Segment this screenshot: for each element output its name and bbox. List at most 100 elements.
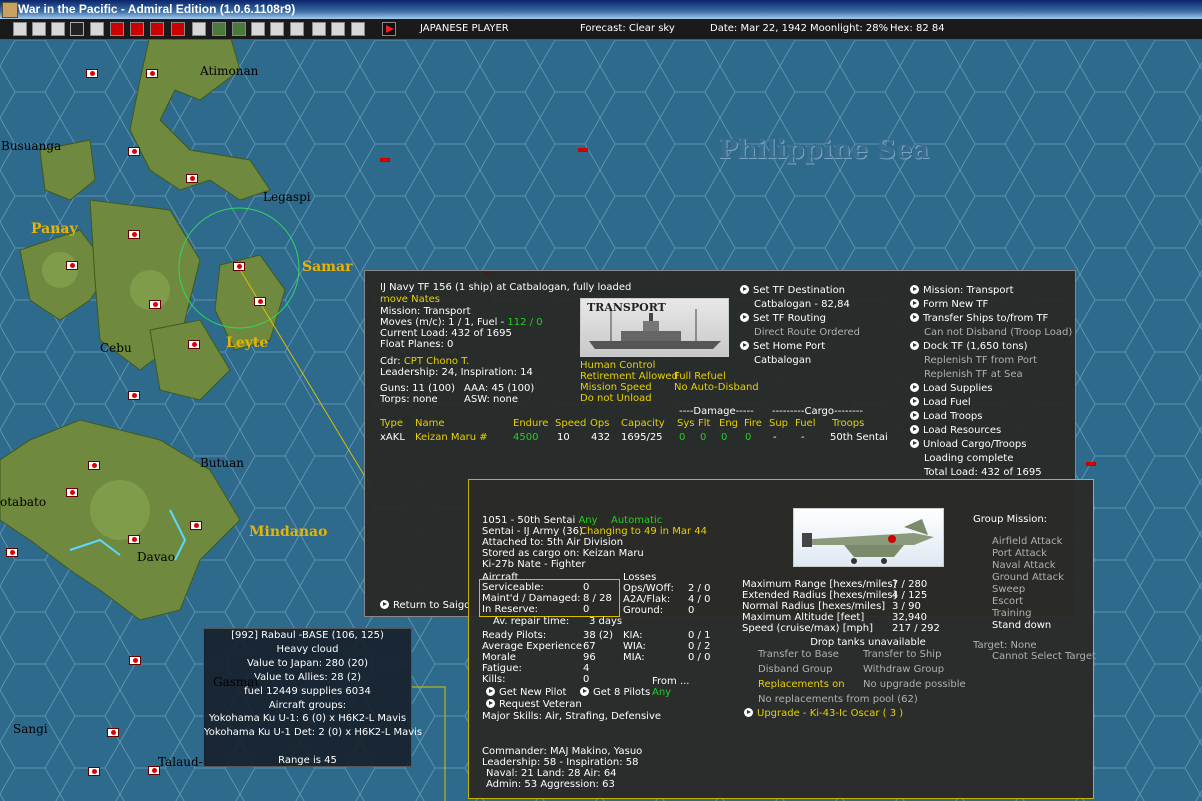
col-flt: Flt <box>698 418 711 429</box>
mission-option-ground-attack[interactable]: Ground Attack <box>992 572 1064 584</box>
upgrade-button[interactable]: Upgrade - Ki-43-Ic Oscar ( 3 ) <box>744 708 903 720</box>
map-icon[interactable] <box>232 22 246 36</box>
report-icon[interactable] <box>32 22 46 36</box>
transfer-base-button[interactable]: Transfer to Base <box>758 649 839 661</box>
number-icon[interactable] <box>90 22 104 36</box>
opt-no-auto-disband[interactable]: No Auto-Disband <box>674 382 759 394</box>
tf-float-planes: Float Planes: 0 <box>380 339 454 350</box>
cog-icon[interactable] <box>270 22 284 36</box>
action-set-tf-destination[interactable]: Set TF Destination <box>740 285 845 297</box>
replacements-toggle[interactable]: Replacements on <box>758 679 845 691</box>
ship-icon[interactable] <box>192 22 206 36</box>
cell-sup: - <box>773 432 777 443</box>
cargo-group-header: ---------Cargo-------- <box>772 406 864 417</box>
mission-option-stand-down[interactable]: Stand down <box>992 620 1051 632</box>
toolbar: JAPANESE PLAYER Forecast: Clear sky Date… <box>0 19 1202 40</box>
from-any[interactable]: Any <box>652 687 671 699</box>
move-link[interactable]: move Nates <box>380 294 440 306</box>
action-total-load-432-of-1695: Total Load: 432 of 1695 <box>924 467 1042 478</box>
jp-unit-icon[interactable] <box>66 261 78 270</box>
weather-icon[interactable] <box>351 22 365 36</box>
jp-unit-icon[interactable] <box>88 767 100 776</box>
col-sys: Sys <box>677 418 695 429</box>
globe-icon[interactable] <box>290 22 304 36</box>
jp-unit-icon[interactable] <box>86 69 98 78</box>
options-icon[interactable] <box>312 22 326 36</box>
action-dock-tf-1-650-tons[interactable]: Dock TF (1,650 tons) <box>910 341 1028 353</box>
jp-unit-icon[interactable] <box>190 521 202 530</box>
air-aircraft-type[interactable]: Ki-27b Nate - Fighter <box>482 559 586 571</box>
cell-endure: 4500 <box>513 432 539 443</box>
opt-do-not-unload[interactable]: Do not Unload <box>580 393 652 405</box>
jp-unit-icon[interactable] <box>128 391 140 400</box>
action-unload-cargo-troops[interactable]: Unload Cargo/Troops <box>910 439 1026 451</box>
jp-unit-icon[interactable] <box>146 69 158 78</box>
action-load-troops[interactable]: Load Troops <box>910 411 983 423</box>
jp-unit-icon[interactable] <box>128 230 140 239</box>
wave-icon[interactable] <box>212 22 226 36</box>
action-load-fuel[interactable]: Load Fuel <box>910 397 971 409</box>
mission-option-sweep[interactable]: Sweep <box>992 584 1025 596</box>
base-group-1: Yokohama Ku U-1: 6 (0) x H6K2-L Mavis <box>208 713 407 724</box>
jp-unit-icon[interactable] <box>149 300 161 309</box>
filter-icon[interactable] <box>331 22 345 36</box>
jp-unit-icon[interactable] <box>128 147 140 156</box>
jp-unit-icon[interactable] <box>233 262 245 271</box>
rising-sun-icon[interactable] <box>110 22 124 36</box>
mission-option-naval-attack[interactable]: Naval Attack <box>992 560 1056 572</box>
jp-unit-icon[interactable] <box>128 535 140 544</box>
get-new-pilot-button[interactable]: Get New Pilot <box>486 687 566 699</box>
arrow-icon <box>486 699 495 708</box>
jp-unit-icon[interactable] <box>188 340 200 349</box>
map-label-davao: Davao <box>137 550 175 564</box>
jp-unit-icon[interactable] <box>186 174 198 183</box>
menu-icon[interactable] <box>13 22 27 36</box>
fleet-icon[interactable] <box>251 22 265 36</box>
cell-ship-name[interactable]: Keizan Maru # <box>415 432 488 444</box>
cell-type: xAKL <box>380 432 405 443</box>
disband-button[interactable]: Disband Group <box>758 664 832 676</box>
jp-unit-icon[interactable] <box>66 488 78 497</box>
forecast-label: Forecast: Clear sky <box>580 23 675 34</box>
withdraw-button[interactable]: Withdraw Group <box>863 664 944 676</box>
action-form-new-tf[interactable]: Form New TF <box>910 299 988 311</box>
mission-option-training[interactable]: Training <box>992 608 1031 620</box>
mission-option-escort[interactable]: Escort <box>992 596 1023 608</box>
action-set-home-port[interactable]: Set Home Port <box>740 341 825 353</box>
flag-icon[interactable] <box>171 22 185 36</box>
get-8-pilots-button[interactable]: Get 8 Pilots <box>580 687 650 699</box>
action-replenish-tf-at-sea: Replenish TF at Sea <box>924 369 1023 380</box>
kills-value: 0 <box>583 674 590 685</box>
action-load-resources[interactable]: Load Resources <box>910 425 1001 437</box>
info-icon[interactable] <box>70 22 84 36</box>
action-set-tf-routing[interactable]: Set TF Routing <box>740 313 826 325</box>
list-icon[interactable] <box>51 22 65 36</box>
mission-option-port-attack[interactable]: Port Attack <box>992 548 1047 560</box>
group-mission-header: Group Mission: <box>973 514 1048 525</box>
jp-unit-icon[interactable] <box>129 656 141 665</box>
tf-marker-icon[interactable] <box>578 148 588 152</box>
jp-unit-icon[interactable] <box>88 461 100 470</box>
action-load-supplies[interactable]: Load Supplies <box>910 383 992 395</box>
tf-marker-icon[interactable] <box>380 158 390 162</box>
moonlight-label: Moonlight: 28% <box>810 23 889 34</box>
sword-icon[interactable] <box>150 22 164 36</box>
cell-troops[interactable]: 50th Sentai <box>830 432 888 444</box>
transfer-ship-button[interactable]: Transfer to Ship <box>863 649 941 661</box>
tf-asw: ASW: none <box>464 394 518 405</box>
jp-unit-icon[interactable] <box>254 297 266 306</box>
mission-option-airfield-attack[interactable]: Airfield Attack <box>992 536 1062 548</box>
action-transfer-ships-to-from-tf[interactable]: Transfer Ships to/from TF <box>910 313 1048 325</box>
base-weather: Heavy cloud <box>276 644 339 655</box>
jp-unit-icon[interactable] <box>6 548 18 557</box>
return-button[interactable]: Return to Saigo <box>380 600 470 612</box>
tf-marker-icon[interactable] <box>1086 462 1096 466</box>
kills-label: Kills: <box>482 674 506 685</box>
stat-label: Speed (cruise/max) [mph] <box>742 623 873 634</box>
request-veteran-button[interactable]: Request Veteran <box>486 699 582 711</box>
jp-unit-icon[interactable] <box>107 728 119 737</box>
action-mission-transport[interactable]: Mission: Transport <box>910 285 1014 297</box>
end-turn-play-icon[interactable] <box>382 22 396 36</box>
airplane-icon[interactable] <box>130 22 144 36</box>
map-label-panay: Panay <box>31 221 78 237</box>
